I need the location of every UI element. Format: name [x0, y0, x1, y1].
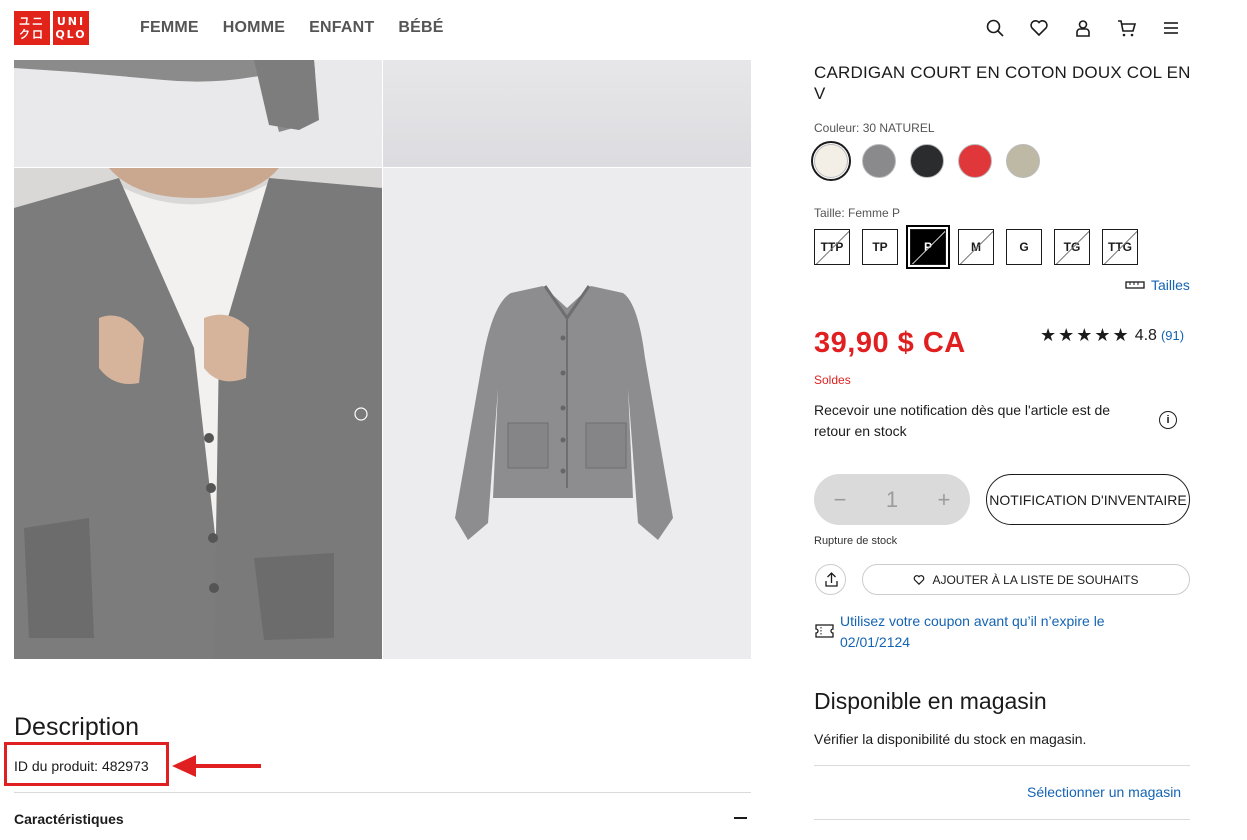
product-image-top-right[interactable]: [383, 60, 751, 167]
size-ttp[interactable]: TTP: [814, 229, 850, 265]
color-swatch-rouge[interactable]: [955, 141, 995, 181]
arrow-icon: [172, 755, 261, 777]
share-icon: [825, 572, 838, 587]
size-p[interactable]: P: [906, 225, 950, 269]
size-guide-link[interactable]: Tailles: [1125, 277, 1190, 293]
heart-icon[interactable]: [1029, 18, 1049, 38]
logo-block-en: UNI QLO: [53, 11, 89, 45]
description-title: Description: [14, 713, 140, 741]
cart-icon[interactable]: [1117, 18, 1137, 38]
stock-status: Rupture de stock: [814, 535, 898, 547]
color-swatch-gris[interactable]: [859, 141, 899, 181]
product-id: ID du produit: 482973: [14, 758, 149, 774]
info-icon[interactable]: i: [1159, 411, 1177, 429]
quantity-value[interactable]: 1: [886, 487, 898, 513]
star-rating-icon: ★★★★★: [1040, 325, 1131, 345]
menu-icon[interactable]: [1161, 18, 1181, 38]
site-header: ユニ クロ UNI QLO FEMME HOMME ENFANT BÉBÉ: [0, 0, 1247, 60]
size-m[interactable]: M: [958, 229, 994, 265]
ruler-icon: [1125, 281, 1145, 289]
coupon-link[interactable]: Utilisez votre coupon avant qu’il n’expi…: [840, 611, 1170, 653]
logo-block-jp: ユニ クロ: [14, 11, 50, 45]
color-swatch-beige[interactable]: [1003, 141, 1043, 181]
sale-label: Soldes: [814, 373, 851, 387]
heart-icon: [914, 574, 925, 585]
rating-value: 4.8: [1134, 326, 1157, 344]
coupon-icon: [815, 624, 834, 638]
product-image-model[interactable]: [14, 168, 382, 659]
search-icon[interactable]: [985, 18, 1005, 38]
size-selector: TTP TP P M G TG TTG: [814, 225, 1138, 269]
color-label: Couleur: 30 NATUREL: [814, 121, 935, 135]
collapse-icon[interactable]: [734, 817, 747, 819]
product-image-top-left[interactable]: [14, 60, 382, 167]
nav-femme[interactable]: FEMME: [140, 19, 199, 37]
color-swatches: [811, 141, 1043, 181]
size-tp[interactable]: TP: [862, 229, 898, 265]
nav-bebe[interactable]: BÉBÉ: [398, 19, 443, 37]
add-to-wishlist-button[interactable]: AJOUTER À LA LISTE DE SOUHAITS: [862, 564, 1190, 595]
features-accordion[interactable]: Caractéristiques: [14, 811, 124, 827]
store-availability-subtitle: Vérifier la disponibilité du stock en ma…: [814, 731, 1087, 747]
decrement-button[interactable]: −: [834, 487, 847, 513]
quantity-stepper: − 1 +: [814, 474, 970, 525]
product-image-flat[interactable]: [383, 168, 751, 659]
uniqlo-logo[interactable]: ユニ クロ UNI QLO: [14, 11, 90, 45]
size-label: Taille: Femme P: [814, 206, 901, 220]
size-ttg[interactable]: TTG: [1102, 229, 1138, 265]
divider: [814, 765, 1190, 766]
divider: [814, 819, 1190, 820]
restock-notice: Recevoir une notification dès que l'arti…: [814, 402, 1111, 439]
color-swatch-naturel[interactable]: [811, 141, 851, 181]
size-tg[interactable]: TG: [1054, 229, 1090, 265]
divider: [14, 792, 751, 793]
share-button[interactable]: [815, 564, 846, 595]
store-availability-title: Disponible en magasin: [814, 688, 1047, 714]
color-swatch-noir[interactable]: [907, 141, 947, 181]
increment-button[interactable]: +: [937, 487, 950, 513]
price: 39,90 $ CA: [814, 327, 966, 359]
wishlist-label: AJOUTER À LA LISTE DE SOUHAITS: [932, 572, 1139, 587]
nav-enfant[interactable]: ENFANT: [309, 19, 374, 37]
rating[interactable]: ★★★★★ 4.8 (91): [1040, 325, 1184, 346]
size-g[interactable]: G: [1006, 229, 1042, 265]
product-title: CARDIGAN COURT EN COTON DOUX COL EN V: [814, 63, 1191, 103]
nav-homme[interactable]: HOMME: [223, 19, 285, 37]
user-icon[interactable]: [1073, 18, 1093, 38]
header-icons: [985, 18, 1181, 38]
inventory-notification-button[interactable]: NOTIFICATION D'INVENTAIRE: [986, 474, 1190, 525]
review-count-link[interactable]: (91): [1161, 328, 1184, 343]
select-store-link[interactable]: Sélectionner un magasin: [1027, 784, 1181, 800]
size-guide-label: Tailles: [1151, 277, 1190, 293]
main-nav: FEMME HOMME ENFANT BÉBÉ: [140, 19, 444, 37]
